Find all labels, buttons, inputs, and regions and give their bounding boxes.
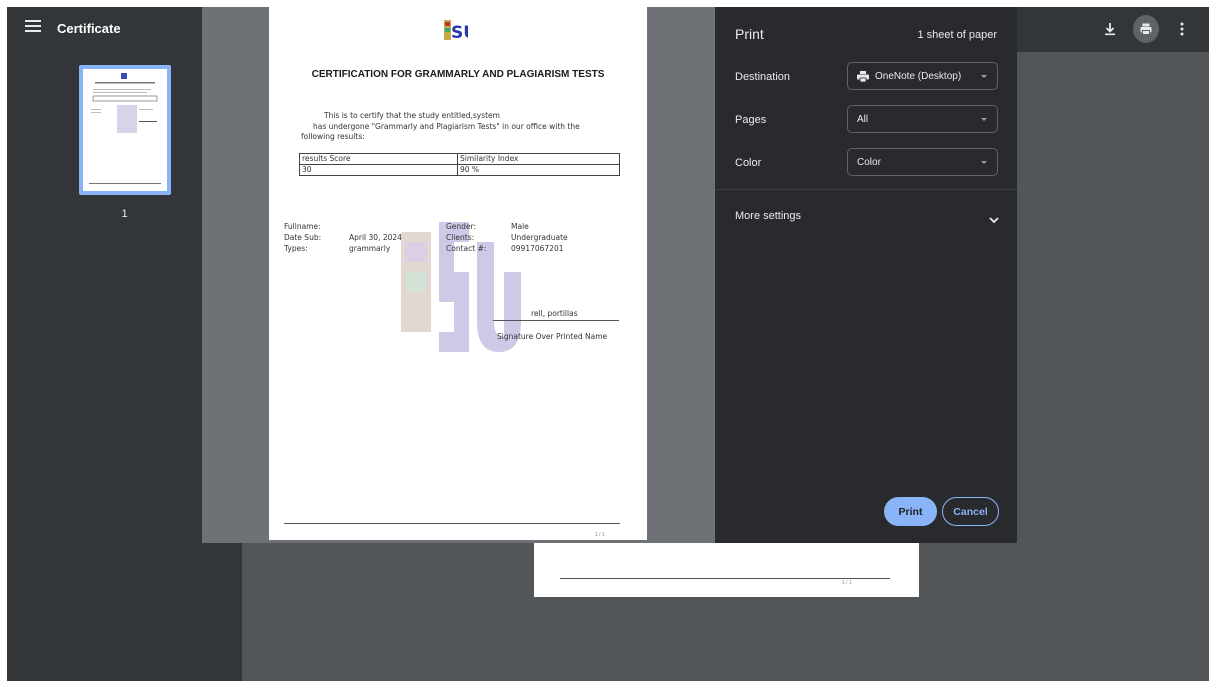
types-label: Types: bbox=[284, 244, 308, 253]
results-table: results Score Similarity Index 30 90 % bbox=[299, 153, 620, 176]
page2-footer-line bbox=[560, 578, 890, 579]
page-thumbnail[interactable] bbox=[79, 65, 171, 195]
signature-line bbox=[493, 320, 619, 321]
table-cell: 90 % bbox=[457, 164, 620, 176]
svg-text:SU: SU bbox=[451, 23, 468, 43]
toolbar-actions bbox=[1097, 15, 1195, 43]
dropdown-arrow-icon bbox=[981, 161, 987, 164]
more-settings-toggle[interactable]: More settings bbox=[715, 203, 1017, 231]
types-value: grammarly bbox=[349, 244, 391, 253]
intro-line-2: has undergone "Grammarly and Plagiarism … bbox=[313, 122, 580, 131]
chevron-down-icon bbox=[989, 211, 999, 229]
color-value: Color bbox=[857, 156, 881, 168]
print-icon[interactable] bbox=[1133, 15, 1159, 43]
university-logo: SU bbox=[444, 18, 477, 44]
dropdown-arrow-icon bbox=[981, 75, 987, 78]
table-header-cell: Similarity Index bbox=[457, 153, 620, 165]
print-preview-page: SU CERTIFICATION FOR GRAMMARLY AND PLAGI… bbox=[269, 7, 647, 540]
table-cell: 30 bbox=[299, 164, 458, 176]
more-settings-label: More settings bbox=[735, 210, 802, 222]
sheet-count: 1 sheet of paper bbox=[917, 29, 997, 41]
footer-line bbox=[284, 523, 620, 524]
print-button[interactable]: Print bbox=[884, 497, 937, 526]
clients-value: Undergraduate bbox=[511, 233, 568, 242]
color-select[interactable]: Color bbox=[847, 148, 998, 176]
gender-label: Gender: bbox=[446, 222, 477, 231]
intro-line-3: following results: bbox=[301, 132, 365, 141]
page2-footer-number: 1 / 1 bbox=[842, 580, 852, 586]
date-sub-value: April 30, 2024 bbox=[349, 233, 402, 242]
contact-value: 09917067201 bbox=[511, 244, 564, 253]
document-title: Certificate bbox=[57, 21, 121, 36]
certificate-heading: CERTIFICATION FOR GRAMMARLY AND PLAGIARI… bbox=[311, 69, 605, 80]
more-vert-icon[interactable] bbox=[1169, 15, 1195, 43]
contact-label: Contact #: bbox=[446, 244, 487, 253]
intro-line-1: This is to certify that the study entitl… bbox=[324, 111, 500, 120]
footer-page-number: 1 / 1 bbox=[595, 532, 605, 538]
dropdown-arrow-icon bbox=[981, 118, 987, 121]
download-icon[interactable] bbox=[1097, 15, 1123, 43]
next-page-preview: 1 / 1 bbox=[534, 543, 919, 597]
table-row: 30 90 % bbox=[299, 164, 620, 176]
table-header-cell: results Score bbox=[299, 153, 458, 165]
color-label: Color bbox=[735, 157, 762, 169]
cancel-button[interactable]: Cancel bbox=[942, 497, 999, 526]
signature-name: rell, portillas bbox=[531, 309, 578, 318]
menu-icon[interactable] bbox=[25, 20, 41, 36]
gender-value: Male bbox=[511, 222, 529, 231]
pages-label: Pages bbox=[735, 114, 767, 126]
print-title: Print bbox=[735, 26, 764, 42]
table-header-row: results Score Similarity Index bbox=[299, 153, 620, 165]
signature-caption: Signature Over Printed Name bbox=[497, 332, 608, 341]
destination-select[interactable]: OneNote (Desktop) bbox=[847, 62, 998, 90]
destination-value: OneNote (Desktop) bbox=[875, 70, 962, 82]
pdf-viewer: Certificate 1 S CERTIFICATION FOR GRAMMA… bbox=[7, 7, 1209, 681]
panel-divider bbox=[715, 189, 1017, 190]
pages-value: All bbox=[857, 113, 869, 125]
pages-select[interactable]: All bbox=[847, 105, 998, 133]
fullname-label: Fullname: bbox=[284, 222, 321, 231]
clients-label: Clients: bbox=[446, 233, 475, 242]
destination-label: Destination bbox=[735, 71, 791, 83]
date-sub-label: Date Sub: bbox=[284, 233, 322, 242]
printer-icon bbox=[857, 70, 869, 82]
print-settings-panel: Print 1 sheet of paper Destination OneNo… bbox=[715, 7, 1017, 543]
